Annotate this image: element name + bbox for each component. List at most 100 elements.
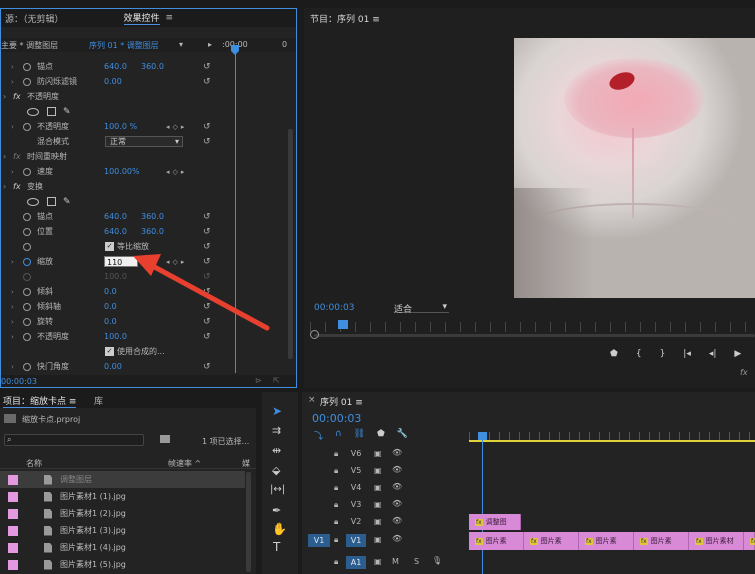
project-scrollbar[interactable] [246,472,251,572]
program-zoom-bar[interactable] [314,334,755,337]
column-name[interactable]: 名称 [26,458,42,469]
step-back-icon[interactable]: ◂| [709,349,717,359]
microphone-icon[interactable]: 🎙︎ [432,556,442,565]
program-playhead[interactable] [338,320,348,329]
work-area-bar[interactable] [469,440,755,442]
stopwatch-icon[interactable] [23,212,31,221]
fit-dropdown[interactable]: 适合 ▾ [394,302,449,315]
panel-menu-icon[interactable]: ≡ [355,398,363,408]
fx-badge-icon[interactable]: fx [13,182,21,191]
program-timecode[interactable]: 00:00:03 [314,303,354,313]
reset-icon[interactable]: ↺ [203,137,211,147]
value-y[interactable]: 360.0 [141,227,164,236]
eye-icon[interactable]: 👁︎ [392,465,402,474]
expand-chevron-icon[interactable]: › [3,182,6,191]
ellipse-mask-icon[interactable] [27,107,39,116]
reset-icon[interactable]: ↺ [203,77,211,87]
value-y[interactable]: 360.0 [141,212,164,221]
keyframe-nav-icon[interactable]: ◂◇▸ [166,123,187,131]
nest-icon[interactable]: ⤵ [314,429,323,442]
value-x[interactable]: 640.0 [104,62,127,71]
timeline-timecode[interactable]: 00:00:03 [312,412,361,425]
expand-chevron-icon[interactable]: › [11,258,14,266]
stopwatch-icon[interactable] [23,287,31,296]
expand-chevron-icon[interactable]: › [11,168,14,176]
track-label[interactable]: V2 [350,517,362,526]
track-target-v1[interactable]: V1 [346,534,366,547]
tab-effect-controls[interactable]: 效果控件 [123,11,160,25]
program-scrub-ruler[interactable] [310,322,755,332]
solo-button[interactable]: S [414,557,419,566]
lock-icon[interactable]: 🔒︎ [334,466,338,476]
mute-button[interactable]: M [392,557,399,566]
timeline-playhead[interactable] [478,432,487,440]
clip[interactable]: fx 图片素材 [689,532,744,550]
column-frame-rate[interactable]: 帧速率 ^ [168,458,201,469]
lock-icon[interactable]: 🔒︎ [334,557,338,567]
stopwatch-icon[interactable] [23,317,31,326]
stopwatch-icon[interactable] [23,62,31,71]
fx-badge-icon[interactable]: fx [13,92,21,101]
stopwatch-icon[interactable] [23,167,31,176]
close-icon[interactable]: × [308,395,316,405]
value[interactable]: 0.00 [104,362,122,371]
value[interactable]: 100.00% [104,167,140,176]
reset-icon[interactable]: ↺ [203,122,211,132]
project-search-input[interactable]: ⌕ [4,434,144,446]
sync-lock-icon[interactable]: ▣ [374,535,382,544]
sync-lock-icon[interactable]: ▣ [374,449,382,458]
list-item[interactable]: 调整图层 [0,471,245,488]
reset-icon[interactable]: ↺ [203,362,211,372]
eye-icon[interactable]: 👁︎ [392,448,402,457]
panel-menu-icon[interactable]: ≡ [69,397,77,407]
effects-current-time[interactable]: 00:00:03 [1,377,37,386]
pen-mask-icon[interactable]: ✎ [63,107,71,117]
effect-group-time-remap[interactable]: › fx 时间重映射 [1,149,231,164]
value-x[interactable]: 640.0 [104,212,127,221]
sync-lock-icon[interactable]: ▣ [374,500,382,509]
lock-icon[interactable]: 🔒︎ [334,517,338,527]
tab-sequence[interactable]: 序列 01 ≡ [320,395,363,408]
composition-shutter-checkbox[interactable]: ✓ [105,347,114,356]
stopwatch-icon[interactable] [23,227,31,236]
selection-tool-icon[interactable]: ➤ [272,404,282,418]
chevron-down-icon[interactable]: ▾ [179,40,183,49]
track-target-a1[interactable]: A1 [346,556,366,569]
list-item[interactable]: 图片素材1 (2).jpg [0,505,245,522]
expand-chevron-icon[interactable]: › [11,363,14,371]
list-item[interactable]: 图片素材1 (4).jpg [0,539,245,556]
fx-toggle-icon[interactable]: fx [740,368,748,377]
track-label[interactable]: V5 [350,466,362,475]
expand-chevron-icon[interactable]: › [3,92,6,101]
panel-menu-icon[interactable]: ≡ [166,13,174,23]
lock-icon[interactable]: 🔒︎ [334,449,338,459]
razor-tool-icon[interactable]: ⬙ [272,464,280,477]
fx-badge-icon[interactable]: fx [13,152,21,161]
eye-icon[interactable]: 👁︎ [392,534,402,543]
clip[interactable]: fx 图片素 [579,532,634,550]
lock-icon[interactable]: 🔒︎ [334,535,338,545]
list-item[interactable]: 图片素材1 (1).jpg [0,488,245,505]
sequence-clip-label[interactable]: 序列 01 * 调整图层 [89,40,159,51]
sync-lock-icon[interactable]: ▣ [374,557,382,566]
blend-mode-select[interactable]: 正常 ▾ [105,136,183,147]
reset-icon[interactable]: ↺ [203,212,211,222]
marker-icon[interactable]: ⬟ [610,349,618,359]
expand-chevron-icon[interactable]: › [11,288,14,296]
stopwatch-icon[interactable] [23,257,31,266]
lock-icon[interactable]: 🔒︎ [334,500,338,510]
reset-icon[interactable]: ↺ [203,227,211,237]
hand-tool-icon[interactable]: ✋ [272,522,287,536]
program-monitor-title[interactable]: 节目：序列 01 ≡ [310,12,380,25]
sync-lock-icon[interactable]: ▣ [374,483,382,492]
master-clip-label[interactable]: 主要 * 调整图层 [1,40,58,51]
track-select-tool-icon[interactable]: ⇉ [272,424,281,437]
wrench-icon[interactable]: 🔧 [397,429,408,442]
new-bin-icon[interactable] [160,435,170,443]
clip[interactable]: fx 图片素 [524,532,579,550]
column-media[interactable]: 媒 [242,458,250,469]
sync-lock-icon[interactable]: ▣ [374,466,382,475]
expand-chevron-icon[interactable]: › [11,318,14,326]
keyframe-nav-icon[interactable]: ◂◇▸ [166,168,187,176]
value[interactable]: 100.0 % [104,122,137,131]
